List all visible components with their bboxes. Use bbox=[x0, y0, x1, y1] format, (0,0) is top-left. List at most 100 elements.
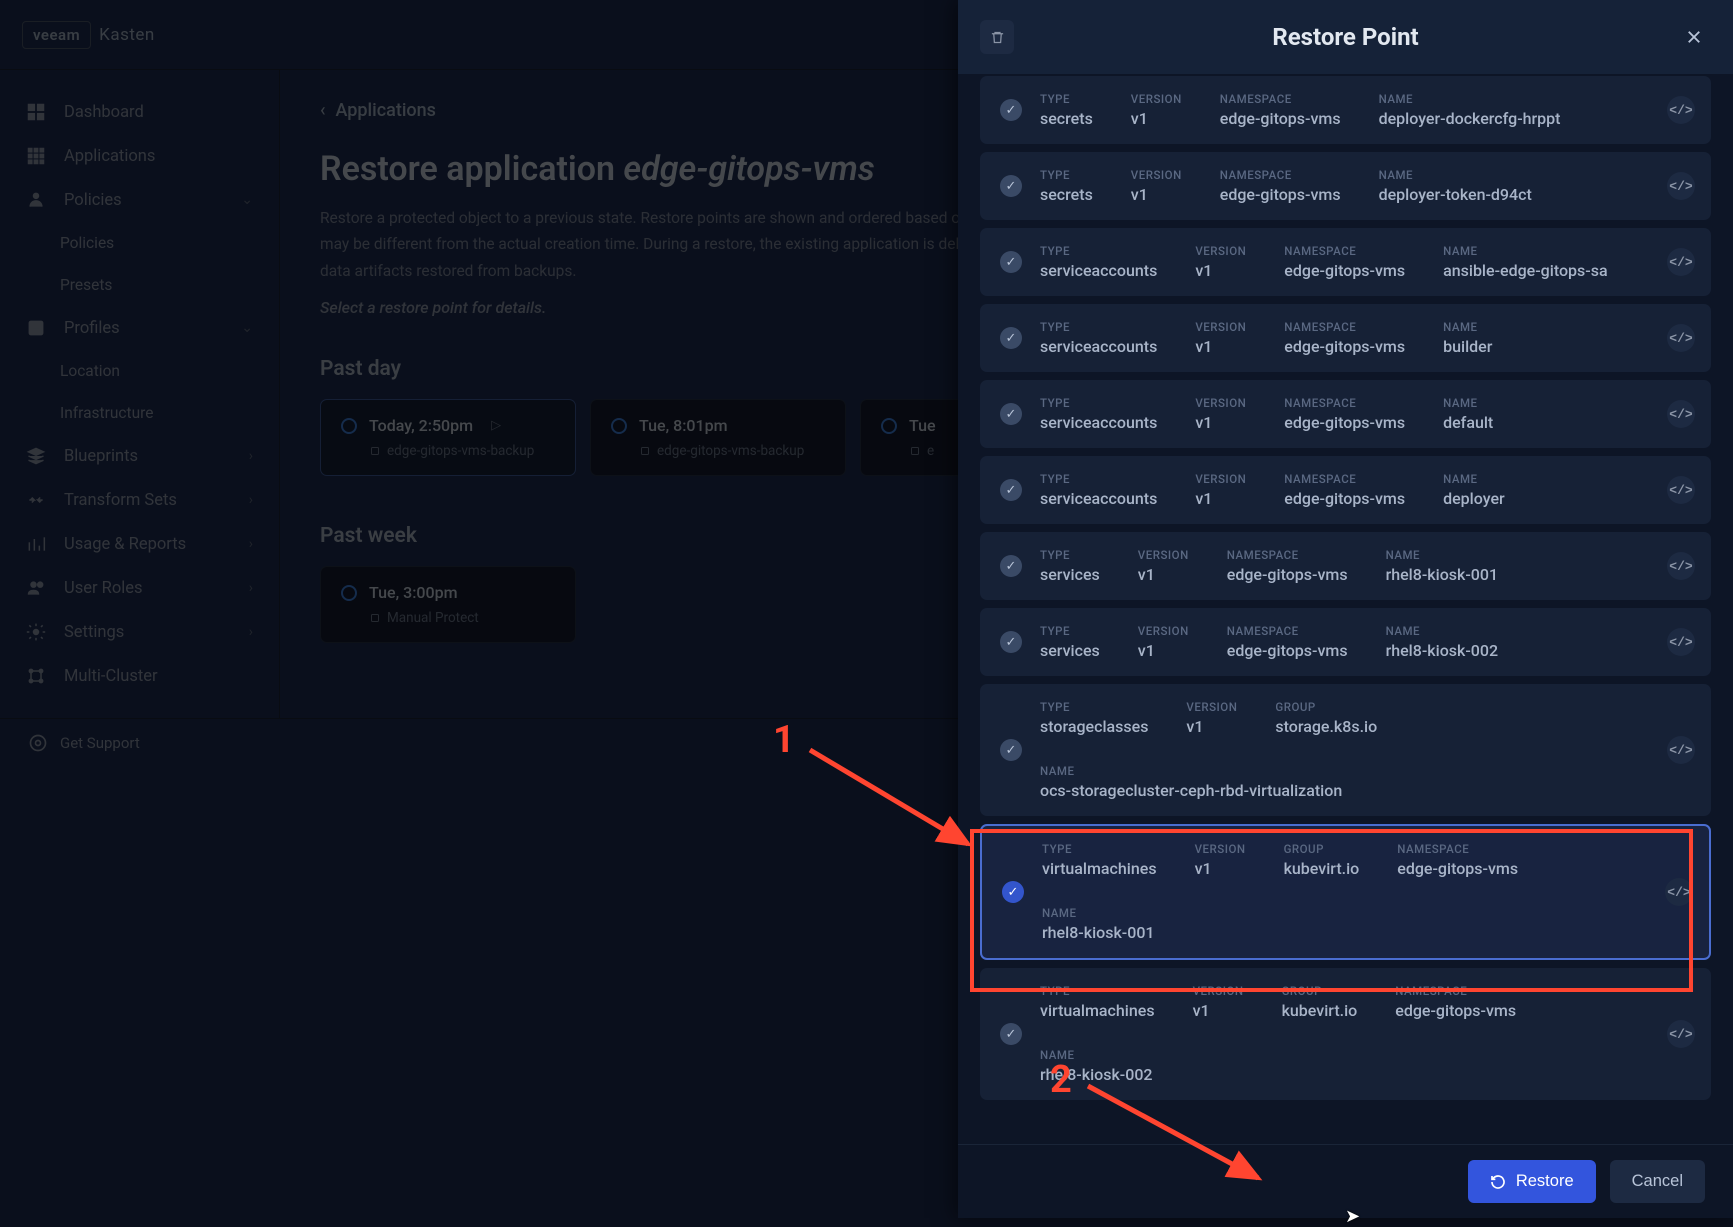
resource-card[interactable]: ✓ TYPEserviceaccountsVERSIONv1NAMESPACEe… bbox=[980, 380, 1711, 448]
code-icon[interactable]: </> bbox=[1667, 628, 1695, 656]
resource-card[interactable]: ✓ TYPEvirtualmachinesVERSIONv1GROUPkubev… bbox=[980, 968, 1711, 1100]
delete-button[interactable] bbox=[980, 20, 1014, 54]
check-icon[interactable]: ✓ bbox=[1000, 479, 1022, 501]
check-icon[interactable]: ✓ bbox=[1000, 739, 1022, 761]
resource-name: ocs-storagecluster-ceph-rbd-virtualizati… bbox=[1040, 781, 1342, 800]
resource-group: storage.k8s.io bbox=[1275, 717, 1377, 736]
sidebar-item-blueprints[interactable]: Blueprints› bbox=[0, 434, 279, 478]
code-icon[interactable]: </> bbox=[1667, 1020, 1695, 1048]
resource-name: rhel8-kiosk-001 bbox=[1386, 565, 1499, 584]
sidebar-item-usage-&-reports[interactable]: Usage & Reports › bbox=[0, 522, 279, 566]
panel-header: Restore Point bbox=[958, 0, 1733, 74]
code-icon[interactable]: </> bbox=[1667, 736, 1695, 764]
resource-namespace: edge-gitops-vms bbox=[1397, 859, 1518, 878]
resource-version: v1 bbox=[1195, 261, 1246, 280]
resource-card[interactable]: ✓ TYPEstorageclassesVERSIONv1GROUPstorag… bbox=[980, 684, 1711, 816]
restore-point-card[interactable]: Tue, 8:01pm edge-gitops-vms-backup bbox=[590, 399, 846, 476]
sidebar-item-label: Profiles bbox=[64, 319, 120, 338]
sidebar-item-presets[interactable]: Presets bbox=[0, 264, 279, 306]
resource-card[interactable]: ✓ TYPEserviceaccountsVERSIONv1NAMESPACEe… bbox=[980, 456, 1711, 524]
chevron-down-icon: ⌄ bbox=[241, 320, 253, 336]
resource-namespace: edge-gitops-vms bbox=[1395, 1001, 1516, 1020]
profiles-icon bbox=[26, 318, 46, 338]
resource-group: kubevirt.io bbox=[1282, 1001, 1358, 1020]
check-icon[interactable]: ✓ bbox=[1000, 631, 1022, 653]
close-button[interactable] bbox=[1677, 20, 1711, 54]
logo[interactable]: veeam bbox=[22, 21, 91, 49]
sidebar-item-policies[interactable]: Policies bbox=[0, 222, 279, 264]
restore-point-panel: Restore Point ✓ TYPEsecretsVERSIONv1NAME… bbox=[958, 0, 1733, 1218]
cancel-button[interactable]: Cancel bbox=[1610, 1160, 1705, 1203]
resource-type: virtualmachines bbox=[1042, 859, 1157, 878]
check-icon[interactable]: ✓ bbox=[1000, 555, 1022, 577]
panel-body[interactable]: ✓ TYPEsecretsVERSIONv1NAMESPACEedge-gito… bbox=[958, 74, 1733, 1144]
code-icon[interactable]: </> bbox=[1667, 552, 1695, 580]
code-icon[interactable]: </> bbox=[1667, 400, 1695, 428]
sidebar-item-policies[interactable]: Policies⌄ bbox=[0, 178, 279, 222]
restore-button[interactable]: Restore bbox=[1468, 1160, 1596, 1203]
sidebar-item-transform-sets[interactable]: Transform Sets› bbox=[0, 478, 279, 522]
resource-card[interactable]: ✓ TYPEserviceaccountsVERSIONv1NAMESPACEe… bbox=[980, 304, 1711, 372]
resource-card[interactable]: ✓ TYPEservicesVERSIONv1NAMESPACEedge-git… bbox=[980, 608, 1711, 676]
sidebar-item-dashboard[interactable]: Dashboard bbox=[0, 90, 279, 134]
tag-icon bbox=[369, 445, 381, 457]
panel-title: Restore Point bbox=[1014, 23, 1677, 51]
sidebar-item-location[interactable]: Location bbox=[0, 350, 279, 392]
sidebar-item-label: Presets bbox=[60, 276, 112, 294]
sidebar-item-settings[interactable]: Settings› bbox=[0, 610, 279, 654]
support-icon bbox=[28, 733, 48, 753]
sidebar-item-applications[interactable]: Applications bbox=[0, 134, 279, 178]
resource-type: serviceaccounts bbox=[1040, 489, 1157, 508]
code-icon[interactable]: </> bbox=[1667, 324, 1695, 352]
resource-version: v1 bbox=[1131, 109, 1182, 128]
code-icon[interactable]: </> bbox=[1667, 476, 1695, 504]
check-icon[interactable]: ✓ bbox=[1000, 175, 1022, 197]
dashboard-icon bbox=[26, 102, 46, 122]
sidebar-item-profiles[interactable]: Profiles ⌄ bbox=[0, 306, 279, 350]
resource-version: v1 bbox=[1195, 859, 1246, 878]
resource-namespace: edge-gitops-vms bbox=[1284, 413, 1405, 432]
code-icon[interactable]: </> bbox=[1667, 172, 1695, 200]
resource-name: builder bbox=[1443, 337, 1492, 356]
support-link[interactable]: Get Support bbox=[60, 734, 140, 752]
resource-card[interactable]: ✓ TYPEvirtualmachinesVERSIONv1GROUPkubev… bbox=[980, 824, 1711, 960]
sidebar-item-label: Applications bbox=[64, 147, 155, 166]
chevron-right-icon: › bbox=[249, 536, 253, 552]
restore-point-card[interactable]: Today, 2:50pm ▷ edge-gitops-vms-backup bbox=[320, 399, 576, 476]
sidebar-item-infrastructure[interactable]: Infrastructure bbox=[0, 392, 279, 434]
restore-point-card[interactable]: Tue, 3:00pm Manual Protect bbox=[320, 566, 576, 643]
resource-type: virtualmachines bbox=[1040, 1001, 1155, 1020]
check-icon[interactable]: ✓ bbox=[1000, 327, 1022, 349]
resource-name: rhel8-kiosk-002 bbox=[1040, 1065, 1153, 1084]
code-icon[interactable]: </> bbox=[1665, 878, 1693, 906]
cursor-icon: ➤ bbox=[1345, 1206, 1360, 1227]
check-icon[interactable]: ✓ bbox=[1000, 1023, 1022, 1045]
trash-icon bbox=[990, 30, 1005, 45]
resource-card[interactable]: ✓ TYPEsecretsVERSIONv1NAMESPACEedge-gito… bbox=[980, 152, 1711, 220]
resource-version: v1 bbox=[1131, 185, 1182, 204]
resource-namespace: edge-gitops-vms bbox=[1220, 109, 1341, 128]
blueprints-icon bbox=[26, 446, 46, 466]
check-icon[interactable]: ✓ bbox=[1002, 881, 1024, 903]
resource-card[interactable]: ✓ TYPEservicesVERSIONv1NAMESPACEedge-git… bbox=[980, 532, 1711, 600]
resource-card[interactable]: ✓ TYPEserviceaccountsVERSIONv1NAMESPACEe… bbox=[980, 228, 1711, 296]
check-icon[interactable]: ✓ bbox=[1000, 99, 1022, 121]
chevron-right-icon: › bbox=[249, 448, 253, 464]
resource-name: default bbox=[1443, 413, 1493, 432]
check-icon[interactable]: ✓ bbox=[1000, 403, 1022, 425]
usage-icon bbox=[26, 534, 46, 554]
resource-card[interactable]: ✓ TYPEsecretsVERSIONv1NAMESPACEedge-gito… bbox=[980, 76, 1711, 144]
sidebar-item-user-roles[interactable]: User Roles› bbox=[0, 566, 279, 610]
sidebar-item-label: Usage & Reports bbox=[64, 535, 186, 554]
resource-type: serviceaccounts bbox=[1040, 337, 1157, 356]
check-icon[interactable]: ✓ bbox=[1000, 251, 1022, 273]
logo-product: Kasten bbox=[99, 25, 155, 45]
close-icon bbox=[1685, 28, 1703, 46]
resource-name: deployer bbox=[1443, 489, 1505, 508]
code-icon[interactable]: </> bbox=[1667, 96, 1695, 124]
resource-name: deployer-dockercfg-hrppt bbox=[1379, 109, 1561, 128]
sidebar-item-multi-cluster[interactable]: Multi-Cluster bbox=[0, 654, 279, 698]
users-icon bbox=[26, 578, 46, 598]
resource-name: rhel8-kiosk-001 bbox=[1042, 923, 1155, 942]
code-icon[interactable]: </> bbox=[1667, 248, 1695, 276]
